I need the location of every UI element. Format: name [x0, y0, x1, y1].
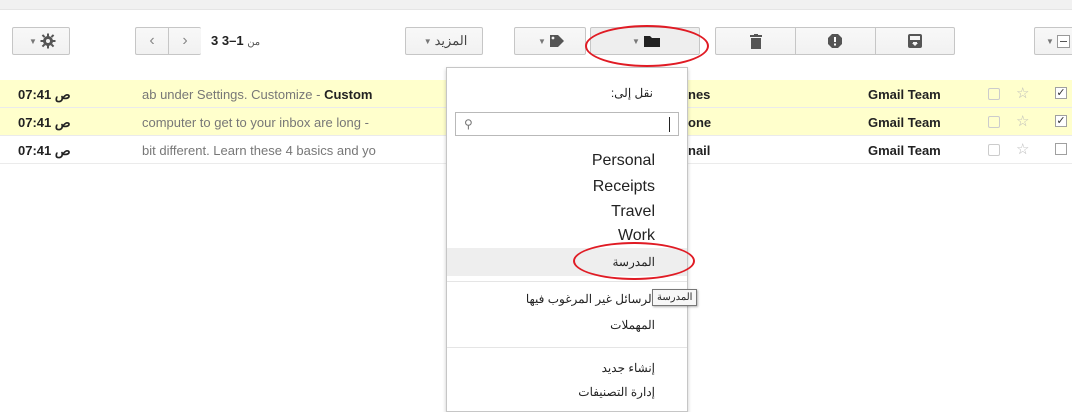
email-snippet: computer to get to your inbox are long -: [142, 115, 446, 130]
email-checkbox[interactable]: [1055, 143, 1067, 155]
star-icon[interactable]: ☆: [1016, 140, 1029, 158]
menu-item-receipts[interactable]: Receipts: [593, 178, 655, 196]
move-to-button[interactable]: ▼: [590, 27, 700, 55]
chevron-down-icon: ▼: [538, 36, 546, 46]
pager-label: 3 من 1–3: [211, 33, 260, 48]
menu-divider: [447, 347, 687, 348]
select-button[interactable]: ▼: [1034, 27, 1072, 55]
email-sender: Gmail Team: [868, 87, 941, 102]
snippet-text: bit different. Learn these 4 basics and …: [142, 143, 376, 158]
action-group: [715, 27, 955, 55]
snippet-bold: Custom: [324, 87, 373, 102]
star-icon[interactable]: ☆: [1016, 84, 1029, 102]
pager-buttons: ‹ ›: [135, 27, 201, 55]
menu-item-create-new[interactable]: إنشاء جديد: [602, 361, 655, 375]
next-page-button[interactable]: ›: [169, 32, 201, 50]
chevron-down-icon: ▼: [423, 36, 432, 46]
report-spam-button[interactable]: [796, 34, 874, 48]
archive-icon: [907, 34, 922, 48]
search-icon: ⚲: [464, 117, 473, 131]
email-subject: nail: [688, 143, 711, 158]
pager-total: 3: [211, 33, 219, 48]
labels-button[interactable]: ▼: [514, 27, 586, 55]
email-checkbox[interactable]: ✓: [1055, 87, 1067, 99]
folder-icon: [643, 36, 660, 47]
archive-button[interactable]: [876, 34, 954, 48]
menu-divider: [447, 281, 687, 282]
more-button[interactable]: ▼ المزيد: [405, 27, 483, 55]
menu-title: نقل إلى:: [610, 86, 653, 100]
menu-item-spam[interactable]: الرسائل غير المرغوب فيها: [526, 292, 655, 306]
text-cursor: [669, 117, 670, 132]
menu-item-trash[interactable]: المهملات: [610, 318, 655, 332]
importance-marker[interactable]: [988, 116, 1000, 128]
menu-item-work[interactable]: Work: [618, 227, 655, 245]
gear-icon: [40, 33, 56, 49]
pager-range: 1–3: [221, 33, 244, 48]
settings-button[interactable]: ▼: [12, 27, 70, 55]
snippet-text: computer to get to your inbox are long -: [142, 115, 369, 130]
select-checkbox-icon: [1056, 34, 1070, 48]
email-time: 07:41 ص: [18, 115, 71, 130]
email-time: 07:41 ص: [18, 87, 71, 102]
email-sender: Gmail Team: [868, 115, 941, 130]
menu-item-travel[interactable]: Travel: [611, 203, 655, 221]
prev-page-button[interactable]: ‹: [136, 32, 168, 50]
chevron-down-icon: ▼: [29, 36, 37, 46]
chevron-down-icon: ▼: [632, 36, 640, 46]
report-spam-icon: [828, 34, 843, 48]
importance-marker[interactable]: [988, 144, 1000, 156]
menu-item-school[interactable]: المدرسة: [447, 248, 687, 276]
snippet-text: ab under Settings. Customize -: [142, 87, 325, 102]
star-icon[interactable]: ☆: [1016, 112, 1029, 130]
tooltip: المدرسة: [652, 289, 698, 306]
email-checkbox[interactable]: ✓: [1055, 115, 1067, 127]
email-sender: Gmail Team: [868, 143, 941, 158]
email-snippet: ab under Settings. Customize - Custom: [142, 87, 446, 102]
chevron-down-icon: ▼: [1046, 36, 1054, 46]
importance-marker[interactable]: [988, 88, 1000, 100]
top-strip: [0, 0, 1072, 10]
delete-button[interactable]: [716, 33, 795, 49]
trash-icon: [749, 33, 762, 49]
email-time: 07:41 ص: [18, 143, 71, 158]
pager-of: من: [247, 37, 261, 48]
tag-icon: [549, 35, 564, 47]
label-search-input[interactable]: ⚲: [455, 112, 679, 136]
menu-item-personal[interactable]: Personal: [592, 152, 655, 170]
email-subject: one: [688, 115, 712, 130]
menu-item-manage-labels[interactable]: إدارة التصنيفات: [578, 385, 655, 399]
move-to-menu: نقل إلى: ⚲ Personal Receipts Travel Work…: [446, 67, 688, 412]
more-label: المزيد: [434, 33, 468, 48]
email-subject: nes: [688, 87, 711, 102]
email-snippet: bit different. Learn these 4 basics and …: [142, 143, 446, 158]
